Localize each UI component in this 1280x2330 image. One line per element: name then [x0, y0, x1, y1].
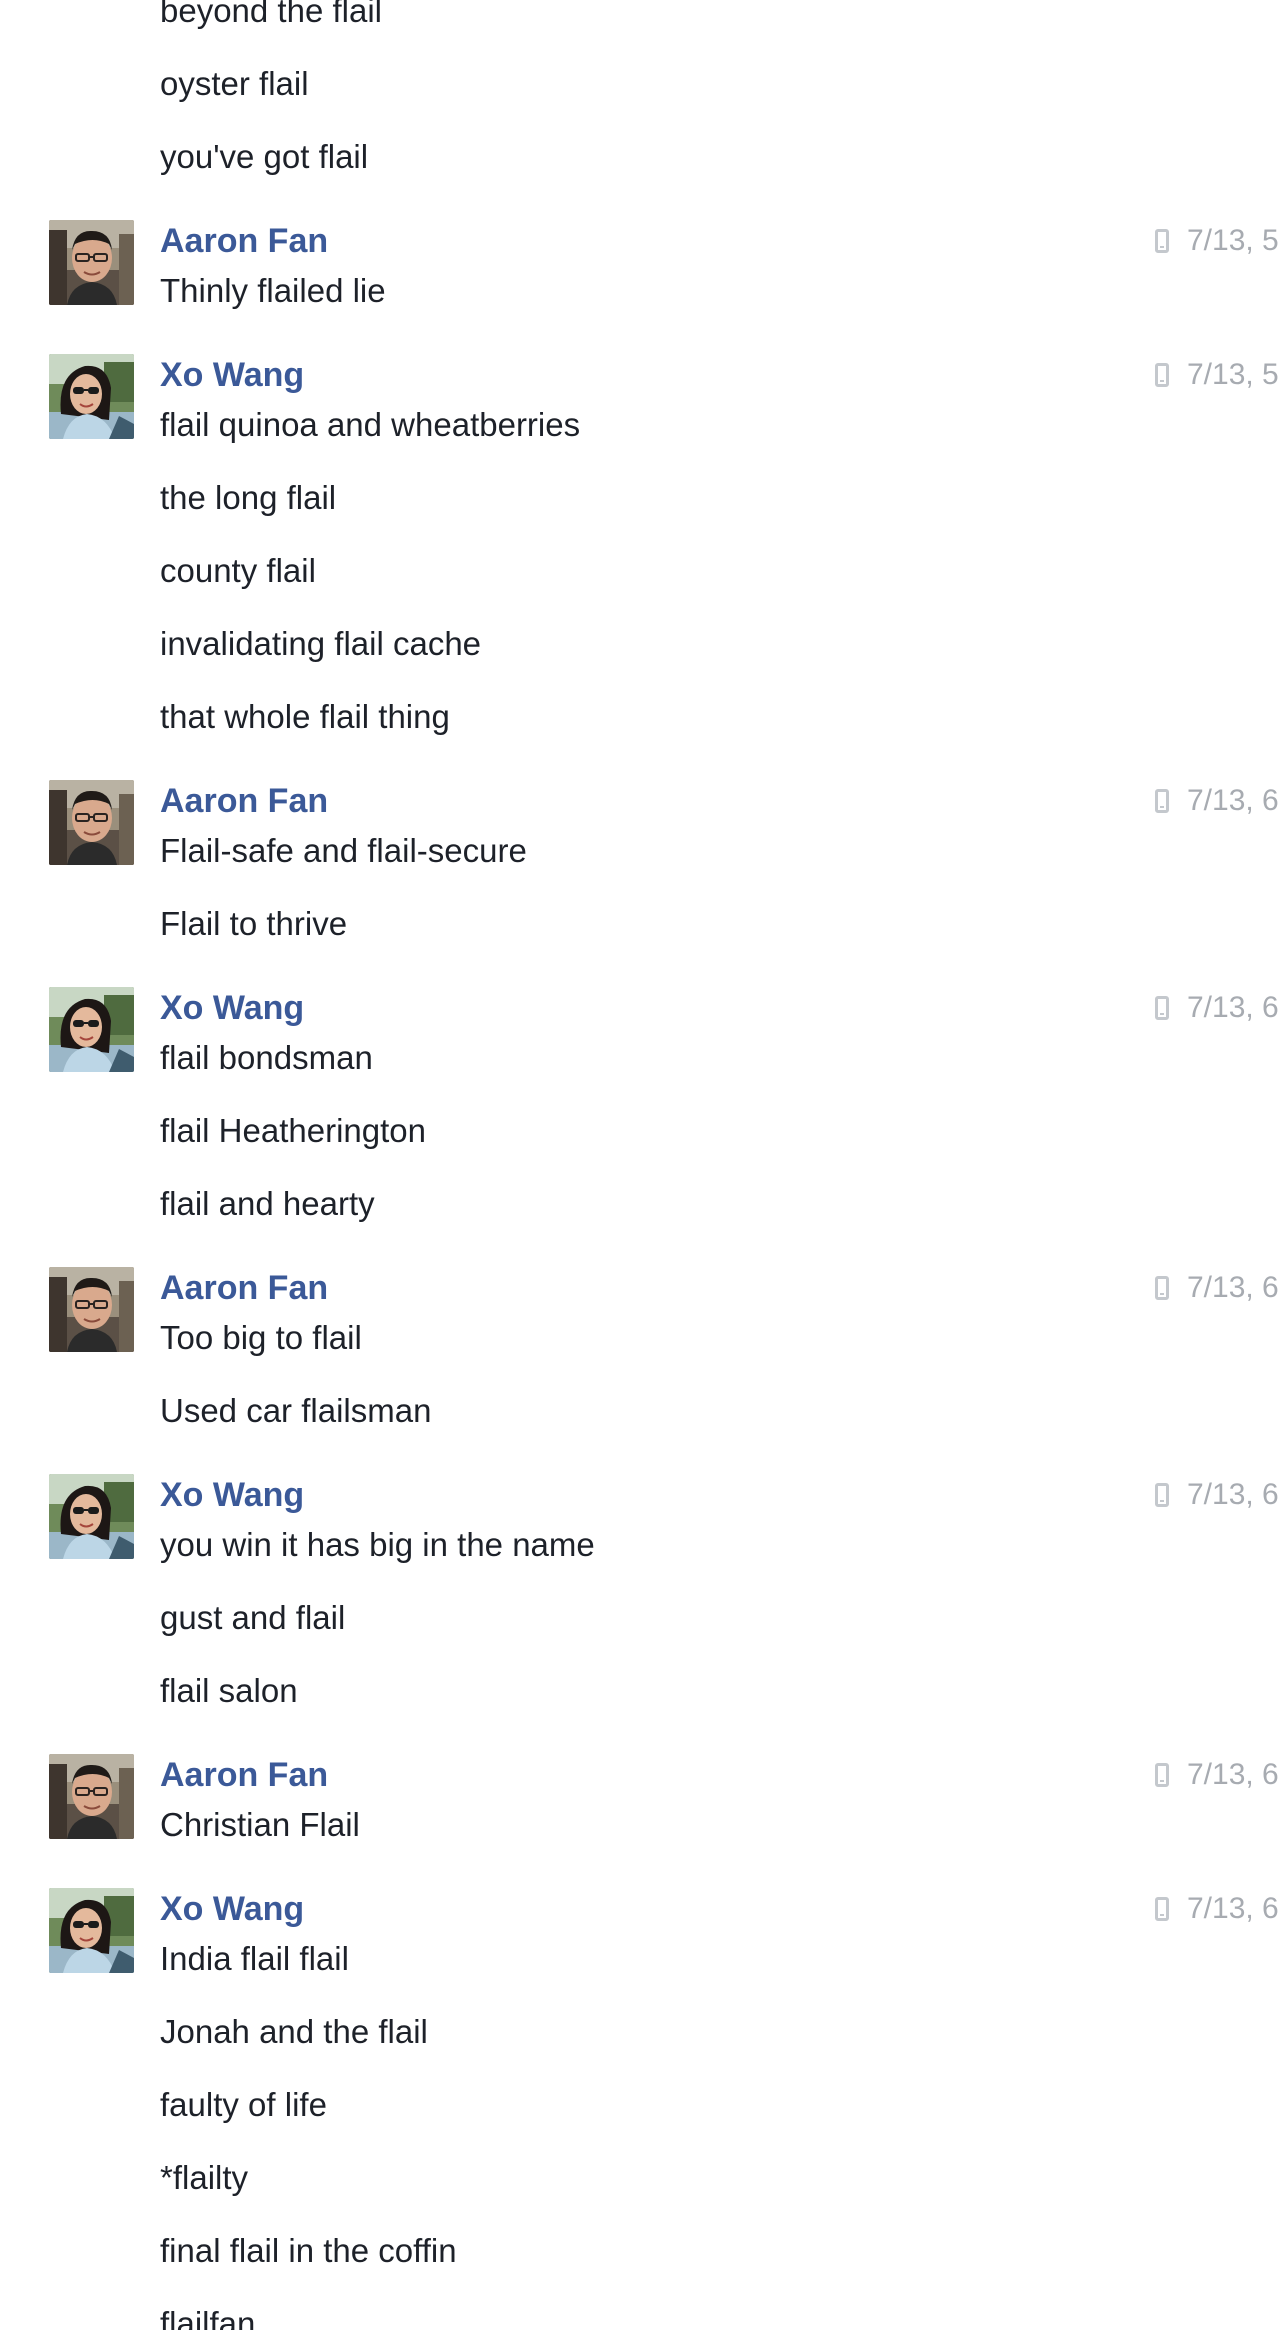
sender-name[interactable]: Xo Wang	[160, 989, 304, 1027]
message-text: county flail	[160, 552, 316, 589]
message-text: oyster flail	[160, 65, 309, 102]
timestamp-text: 7/13, 6	[1187, 1758, 1279, 1791]
avatar[interactable]	[49, 987, 134, 1072]
sender-name[interactable]: Xo Wang	[160, 1476, 304, 1514]
message-text: Flail to thrive	[160, 905, 348, 942]
timestamp-text: 7/13, 5	[1187, 358, 1279, 391]
message-text: Used car flailsman	[160, 1392, 432, 1429]
message-text: final flail in the coffin	[160, 2232, 457, 2269]
mobile-phone-icon	[1155, 1483, 1169, 1507]
avatar[interactable]	[49, 354, 134, 439]
avatar[interactable]	[49, 1474, 134, 1559]
message-text: flail bondsman	[160, 1039, 373, 1076]
sender-name[interactable]: Aaron Fan	[160, 782, 328, 820]
message-timestamp: 7/13, 6	[1155, 1271, 1279, 1305]
message-text: beyond the flail	[160, 0, 382, 29]
sender-name[interactable]: Aaron Fan	[160, 222, 328, 260]
avatar[interactable]	[49, 1888, 134, 1973]
message-text: Christian Flail	[160, 1806, 360, 1843]
sender-name[interactable]: Aaron Fan	[160, 1756, 328, 1794]
message-text: you've got flail	[160, 138, 369, 175]
message-timestamp: 7/13, 5	[1155, 224, 1279, 258]
message-text: flail quinoa and wheatberries	[160, 406, 581, 443]
message-thread[interactable]: beyond the flail oyster flail you've got f…	[0, 0, 1280, 2330]
message-text: gust and flail	[160, 1599, 346, 1636]
message-text: flail and hearty	[160, 1185, 375, 1222]
message-text: the long flail	[160, 479, 337, 516]
message-text: Too big to flail	[160, 1319, 362, 1356]
message-timestamp: 7/13, 6	[1155, 1758, 1279, 1792]
message-text: Thinly flailed lie	[160, 272, 386, 309]
message-text: that whole flail thing	[160, 698, 450, 735]
timestamp-text: 7/13, 6	[1187, 1892, 1279, 1925]
message-text: faulty of life	[160, 2086, 327, 2123]
timestamp-text: 7/13, 6	[1187, 1478, 1279, 1511]
message-text: flailfan	[160, 2305, 256, 2330]
avatar[interactable]	[49, 780, 134, 865]
timestamp-text: 7/13, 6	[1187, 1271, 1279, 1304]
mobile-phone-icon	[1155, 1276, 1169, 1300]
mobile-phone-icon	[1155, 229, 1169, 253]
avatar[interactable]	[49, 1267, 134, 1352]
message-text: India flail flail	[160, 1940, 349, 1977]
timestamp-text: 7/13, 5	[1187, 224, 1279, 257]
sender-name[interactable]: Aaron Fan	[160, 1269, 328, 1307]
message-text: Jonah and the flail	[160, 2013, 428, 2050]
message-timestamp: 7/13, 6	[1155, 1892, 1279, 1926]
message-timestamp: 7/13, 6	[1155, 991, 1279, 1025]
message-text: you win it has big in the name	[160, 1526, 595, 1563]
mobile-phone-icon	[1155, 789, 1169, 813]
message-text: invalidating flail cache	[160, 625, 482, 662]
message-text: *flailty	[160, 2159, 249, 2196]
mobile-phone-icon	[1155, 1763, 1169, 1787]
mobile-phone-icon	[1155, 996, 1169, 1020]
timestamp-text: 7/13, 6	[1187, 784, 1279, 817]
message-text: flail Heatherington	[160, 1112, 426, 1149]
message-timestamp: 7/13, 5	[1155, 358, 1279, 392]
avatar[interactable]	[49, 1754, 134, 1839]
avatar[interactable]	[49, 220, 134, 305]
message-text: Flail-safe and flail-secure	[160, 832, 527, 869]
mobile-phone-icon	[1155, 1897, 1169, 1921]
message-text: flail salon	[160, 1672, 298, 1709]
mobile-phone-icon	[1155, 363, 1169, 387]
sender-name[interactable]: Xo Wang	[160, 356, 304, 394]
timestamp-text: 7/13, 6	[1187, 991, 1279, 1024]
message-timestamp: 7/13, 6	[1155, 784, 1279, 818]
sender-name[interactable]: Xo Wang	[160, 1890, 304, 1928]
message-timestamp: 7/13, 6	[1155, 1478, 1279, 1512]
